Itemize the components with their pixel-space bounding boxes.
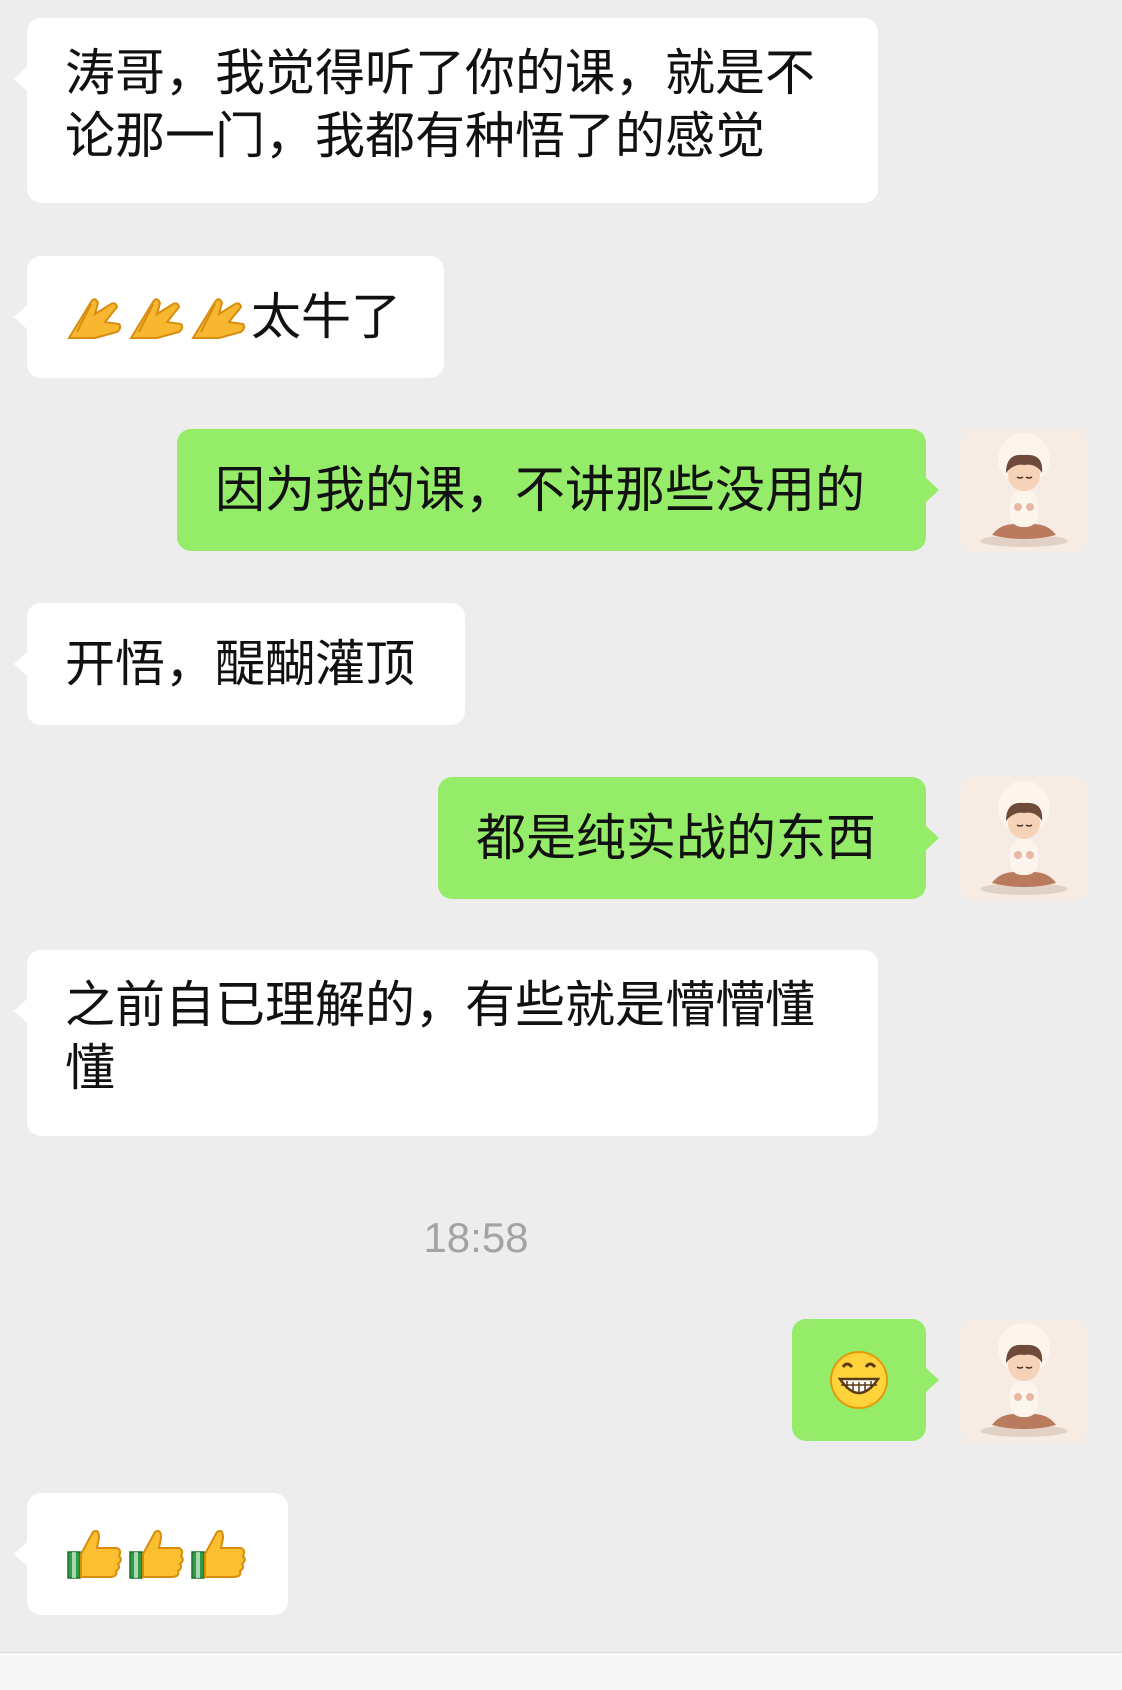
grinning-face-icon [830,1351,888,1409]
message-text: 之前自已理解的，有些就是懵懵懂懂 [65,976,815,1097]
message-bubble-incoming[interactable]: 之前自已理解的，有些就是懵懵懂懂 [14,950,878,1136]
message-text: 都是纯实战的东西 [476,808,876,867]
message-text: 开悟，醍醐灌顶 [65,634,415,693]
meditating-boy-avatar-icon [962,1319,1086,1443]
thumbs-up-emoji-group [65,1526,251,1582]
message-bubble-incoming[interactable] [14,1493,288,1615]
message-text: 因为我的课，不讲那些没用的 [215,460,865,519]
chat-window: 涛哥，我觉得听了你的课，就是不论那一门，我都有种悟了的感觉 太牛了 因为我的课，… [0,0,1122,1690]
message-bubble-incoming[interactable]: 太牛了 [14,256,444,378]
timestamp: 18:58 [423,1214,529,1261]
input-bar[interactable] [0,1652,1122,1690]
folded-hands-icon [129,298,184,339]
avatar[interactable] [962,429,1086,553]
meditating-boy-avatar-icon [962,777,1086,901]
thumbs-up-icon [67,1529,122,1579]
meditating-boy-avatar-icon [962,429,1086,553]
message-text: 涛哥，我觉得听了你的课，就是不论那一门，我都有种悟了的感觉 [65,44,815,165]
message-bubble-incoming[interactable]: 开悟，醍醐灌顶 [14,603,465,725]
message-text: 太牛了 [251,287,401,346]
message-bubble-outgoing[interactable]: 因为我的课，不讲那些没用的 [177,429,939,551]
message-bubble-incoming[interactable]: 涛哥，我觉得听了你的课，就是不论那一门，我都有种悟了的感觉 [14,18,878,203]
message-bubble-outgoing[interactable] [792,1319,939,1441]
folded-hands-emoji-group [65,292,251,342]
message-bubble-outgoing[interactable]: 都是纯实战的东西 [438,777,939,899]
avatar[interactable] [962,1319,1086,1443]
folded-hands-icon [67,298,122,339]
folded-hands-icon [191,298,246,339]
thumbs-up-icon [191,1529,246,1579]
avatar[interactable] [962,777,1086,901]
thumbs-up-icon [129,1529,184,1579]
